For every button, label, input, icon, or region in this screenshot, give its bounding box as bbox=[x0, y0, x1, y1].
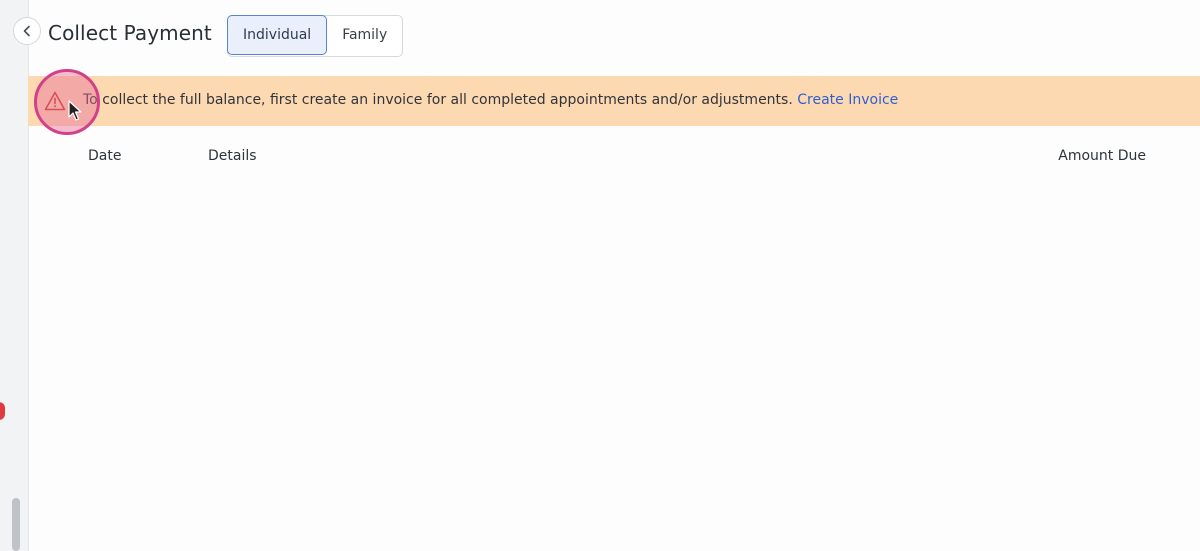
column-header-details[interactable]: Details bbox=[208, 148, 257, 164]
invoice-warning-banner: To collect the full balance, first creat… bbox=[28, 76, 1200, 126]
left-rail bbox=[0, 0, 29, 551]
warning-triangle-icon bbox=[44, 91, 66, 111]
back-button[interactable] bbox=[13, 17, 41, 45]
alert-text: To collect the full balance, first creat… bbox=[83, 92, 793, 108]
page-title: Collect Payment bbox=[48, 21, 212, 45]
tab-family[interactable]: Family bbox=[327, 16, 402, 54]
payer-type-toggle: Individual Family bbox=[227, 15, 404, 57]
table-header: Date Details Amount Due bbox=[28, 140, 1200, 174]
column-header-amount-due[interactable]: Amount Due bbox=[1058, 148, 1146, 164]
create-invoice-link[interactable]: Create Invoice bbox=[797, 92, 898, 108]
tab-individual[interactable]: Individual bbox=[227, 15, 328, 55]
notification-dot bbox=[0, 402, 5, 420]
column-header-date[interactable]: Date bbox=[88, 148, 121, 164]
scrollbar-thumb[interactable] bbox=[12, 498, 20, 551]
chevron-left-icon bbox=[23, 25, 30, 37]
alert-message: To collect the full balance, first creat… bbox=[83, 92, 898, 108]
